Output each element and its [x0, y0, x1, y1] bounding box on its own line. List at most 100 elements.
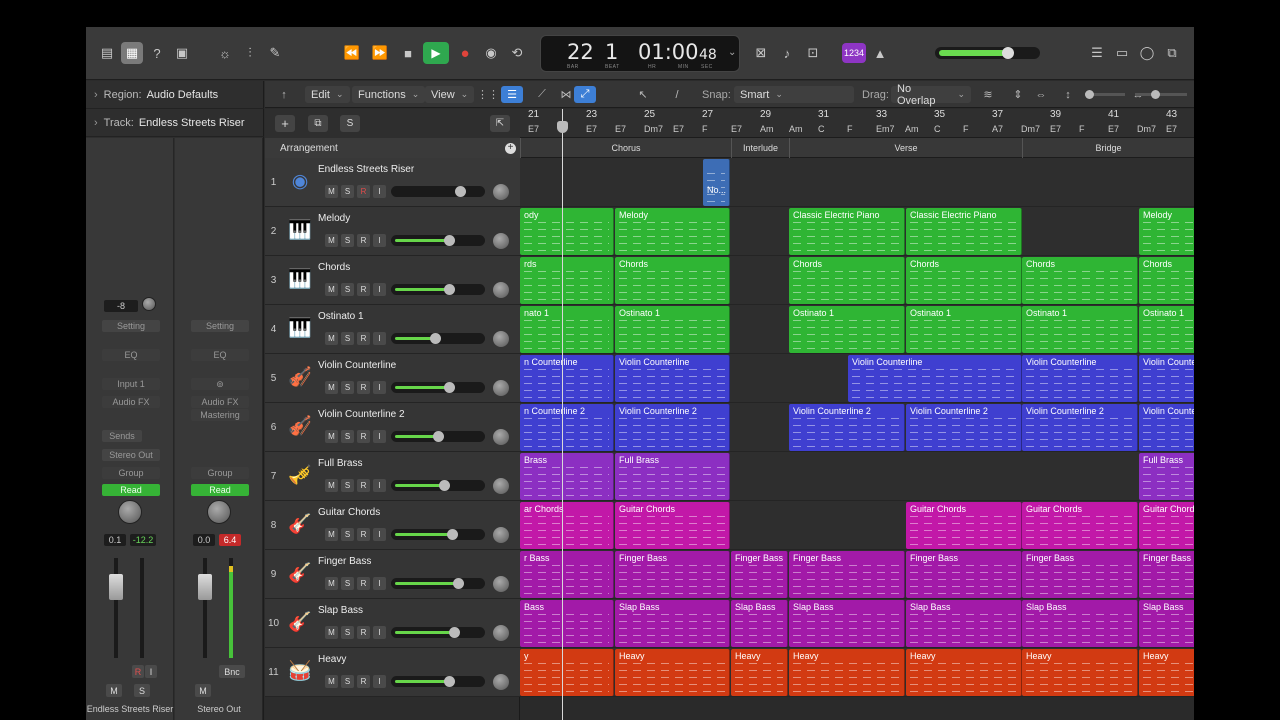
- track-volume-slider[interactable]: [391, 529, 485, 540]
- list-view-icon[interactable]: ☰: [501, 86, 523, 103]
- track-pan-knob[interactable]: [493, 674, 509, 690]
- link-icon[interactable]: ⊚: [191, 378, 249, 390]
- count-in-button[interactable]: 1234: [842, 43, 866, 63]
- track-pan-knob[interactable]: [493, 478, 509, 494]
- list-editors-icon[interactable]: ☰: [1086, 42, 1108, 64]
- record-enable-button[interactable]: R: [357, 283, 370, 296]
- track-name[interactable]: Guitar Chords: [318, 507, 380, 518]
- track-pan-knob[interactable]: [493, 527, 509, 543]
- track-volume-knob[interactable]: [433, 431, 444, 442]
- pan-knob[interactable]: [207, 500, 231, 524]
- add-marker-icon[interactable]: +: [505, 143, 516, 154]
- setting-slot[interactable]: Setting: [191, 320, 249, 332]
- arrangement-marker[interactable]: Bridge: [1022, 138, 1194, 158]
- track-header[interactable]: 8 🎸 Guitar Chords M S R I: [265, 501, 520, 550]
- midi-region[interactable]: Guitar Chords: [1022, 502, 1138, 549]
- midi-region[interactable]: n Counterline 2: [520, 404, 614, 451]
- midi-region[interactable]: Chords: [1139, 257, 1194, 304]
- collapse-icon[interactable]: ⇱: [490, 115, 510, 132]
- midi-region[interactable]: Melody: [1139, 208, 1194, 255]
- mute-button[interactable]: M: [325, 479, 338, 492]
- view-menu[interactable]: View: [425, 86, 475, 103]
- grid-view-icon[interactable]: ⋮⋮: [477, 86, 499, 103]
- record-enable-button[interactable]: R: [357, 381, 370, 394]
- master-volume-knob[interactable]: [1002, 47, 1014, 59]
- horizontal-zoom-knob[interactable]: [1151, 90, 1160, 99]
- midi-region[interactable]: Heavy: [1022, 649, 1138, 696]
- input-monitor-button[interactable]: I: [373, 479, 386, 492]
- solo-button[interactable]: S: [341, 381, 354, 394]
- track-header[interactable]: 4 🎹 Ostinato 1 M S R I: [265, 305, 520, 354]
- track-volume-slider[interactable]: [391, 431, 485, 442]
- track-volume-knob[interactable]: [455, 186, 466, 197]
- track-volume-knob[interactable]: [444, 235, 455, 246]
- vertical-zoom-slider[interactable]: [1085, 90, 1125, 99]
- solo-button[interactable]: S: [341, 234, 354, 247]
- solo-button[interactable]: S: [341, 332, 354, 345]
- midi-region[interactable]: Violin Counterline 2: [906, 404, 1022, 451]
- track-pan-knob[interactable]: [493, 429, 509, 445]
- track-volume-knob[interactable]: [444, 382, 455, 393]
- track-volume-knob[interactable]: [439, 480, 450, 491]
- midi-region[interactable]: Slap Bass: [615, 600, 730, 647]
- midi-region[interactable]: Slap Bass: [906, 600, 1022, 647]
- record-enable-button[interactable]: R: [357, 479, 370, 492]
- track-name[interactable]: Violin Counterline: [318, 360, 396, 371]
- lcd-display[interactable]: 22 1 01:00 48 BAR BEAT HR MIN SEC ⌄: [540, 35, 740, 72]
- input-monitor-button[interactable]: I: [373, 528, 386, 541]
- mixer-icon[interactable]: ⫶: [239, 42, 261, 64]
- track-pan-knob[interactable]: [493, 331, 509, 347]
- group-slot[interactable]: Group: [102, 467, 160, 479]
- midi-region[interactable]: ody: [520, 208, 614, 255]
- back-arrow-icon[interactable]: ↑: [273, 86, 295, 103]
- input-monitor-button[interactable]: I: [373, 283, 386, 296]
- midi-region[interactable]: Ostinato 1: [1139, 306, 1194, 353]
- midi-region[interactable]: Guitar Chords: [615, 502, 730, 549]
- midi-region[interactable]: Finger Bass: [615, 551, 730, 598]
- gain-value[interactable]: -8: [104, 300, 138, 312]
- fast-forward-button[interactable]: ⏩: [369, 42, 391, 64]
- replace-icon[interactable]: ◉: [480, 42, 502, 64]
- automation-icon[interactable]: ⟋: [531, 86, 553, 103]
- inspector-toggle-icon[interactable]: ▦: [121, 42, 143, 64]
- arrangement-marker[interactable]: Interlude: [731, 138, 789, 158]
- volume-fader-track[interactable]: [114, 558, 118, 658]
- track-pan-knob[interactable]: [493, 184, 509, 200]
- midi-region[interactable]: y: [520, 649, 614, 696]
- low-latency-icon[interactable]: ⊠: [750, 42, 772, 64]
- functions-menu[interactable]: Functions: [352, 86, 426, 103]
- cycle-button[interactable]: ⟲: [506, 42, 528, 64]
- midi-region[interactable]: Guitar Chords: [906, 502, 1022, 549]
- browser-icon[interactable]: ⧉: [1161, 42, 1183, 64]
- solo-button[interactable]: S: [341, 675, 354, 688]
- record-button[interactable]: ●: [454, 42, 476, 64]
- solo-icon[interactable]: ⊡: [802, 42, 824, 64]
- add-track-icon[interactable]: +: [275, 115, 295, 132]
- track-volume-slider[interactable]: [391, 480, 485, 491]
- volume-fader-cap[interactable]: [198, 574, 212, 600]
- midi-region[interactable]: Ostinato 1: [906, 306, 1022, 353]
- input-monitor-button[interactable]: I: [373, 577, 386, 590]
- audio-region[interactable]: No...: [703, 159, 730, 206]
- midi-region[interactable]: Slap Bass: [731, 600, 788, 647]
- track-lane[interactable]: [520, 158, 1194, 207]
- master-volume-slider[interactable]: [935, 47, 1040, 59]
- solo-button[interactable]: S: [341, 528, 354, 541]
- track-pan-knob[interactable]: [493, 380, 509, 396]
- loop-browser-icon[interactable]: ◯: [1136, 42, 1158, 64]
- input-monitor-button[interactable]: I: [373, 675, 386, 688]
- automation-read-slot[interactable]: Read: [191, 484, 249, 496]
- track-header[interactable]: 10 🎸 Slap Bass M S R I: [265, 599, 520, 648]
- midi-region[interactable]: Chords: [789, 257, 905, 304]
- bounce-button[interactable]: Bnc: [219, 665, 245, 678]
- track-volume-slider[interactable]: [391, 627, 485, 638]
- track-volume-slider[interactable]: [391, 186, 485, 197]
- midi-region[interactable]: Ostinato 1: [1022, 306, 1138, 353]
- stop-button[interactable]: ■: [397, 42, 419, 64]
- pan-knob[interactable]: [118, 500, 142, 524]
- strip-solo-button[interactable]: S: [134, 684, 150, 697]
- midi-region[interactable]: Violin Counterline: [1022, 355, 1138, 402]
- record-enable-button[interactable]: R: [357, 675, 370, 688]
- input-monitor-button[interactable]: I: [373, 381, 386, 394]
- track-volume-knob[interactable]: [444, 676, 455, 687]
